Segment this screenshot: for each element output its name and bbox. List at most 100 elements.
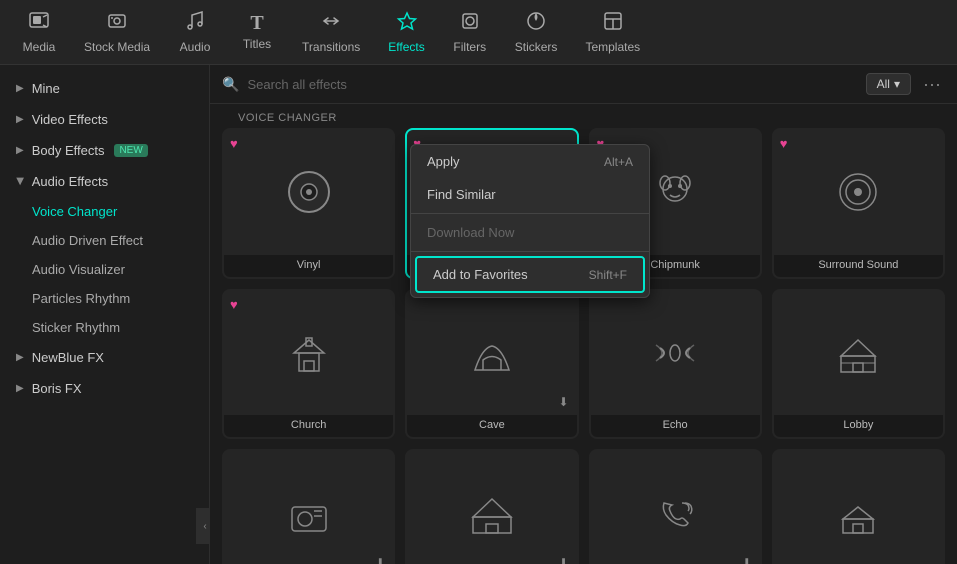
ctx-find-similar[interactable]: Find Similar: [411, 178, 649, 211]
nav-effects-label: Effects: [388, 40, 424, 54]
nav-filters[interactable]: Filters: [443, 6, 497, 58]
sidebar-body-effects-label: Body Effects: [32, 143, 105, 158]
ctx-find-similar-label: Find Similar: [427, 187, 496, 202]
effect-card-small-room[interactable]: Small Room: [772, 449, 945, 564]
effect-card-echo[interactable]: Echo: [589, 289, 762, 440]
voice-changer-label: Voice Changer: [32, 204, 117, 219]
effect-card-phone[interactable]: ⬇Phone: [589, 449, 762, 564]
nav-media-label: Media: [23, 40, 56, 54]
nav-transitions-label: Transitions: [302, 40, 360, 54]
audio-driven-label: Audio Driven Effect: [32, 233, 143, 248]
search-bar: 🔍 All ▾ ···: [210, 65, 957, 104]
section-label: VOICE CHANGER: [222, 104, 945, 128]
sidebar-item-video-effects[interactable]: ▶ Video Effects: [0, 104, 209, 135]
chevron-down-icon: ▾: [894, 77, 900, 91]
templates-icon: [602, 10, 624, 36]
ctx-favorites-shortcut: Shift+F: [589, 268, 627, 282]
sidebar-subitem-audio-driven[interactable]: Audio Driven Effect: [0, 226, 209, 255]
effect-icon-cave: [407, 291, 576, 416]
effects-icon: [396, 10, 418, 36]
nav-stock-media[interactable]: Stock Media: [74, 6, 160, 58]
ctx-apply-label: Apply: [427, 154, 460, 169]
nav-stickers-label: Stickers: [515, 40, 558, 54]
filters-icon: [459, 10, 481, 36]
sidebar-video-effects-label: Video Effects: [32, 112, 108, 127]
sidebar-subitem-sticker-rhythm[interactable]: Sticker Rhythm: [0, 313, 209, 342]
ctx-add-favorites[interactable]: Add to Favorites Shift+F: [417, 258, 643, 291]
ctx-divider-2: [411, 251, 649, 252]
sidebar: ▶ Mine ▶ Video Effects ▶ Body Effects NE…: [0, 65, 210, 564]
nav-templates-label: Templates: [585, 40, 640, 54]
nav-audio-label: Audio: [180, 40, 211, 54]
effect-icon-surround-sound: [774, 130, 943, 255]
fav-badge-vinyl: ♥: [230, 136, 238, 151]
search-input[interactable]: [247, 77, 857, 92]
effect-card-cave[interactable]: ⬇Cave: [405, 289, 578, 440]
sidebar-collapse-button[interactable]: ‹: [196, 508, 210, 544]
audio-icon: [184, 10, 206, 36]
search-icon: 🔍: [222, 76, 239, 93]
content-area: 🔍 All ▾ ··· VOICE CHANGER ♥ Vinyl♥ Phono…: [210, 65, 957, 564]
sidebar-subitem-audio-visualizer[interactable]: Audio Visualizer: [0, 255, 209, 284]
effect-label-cave: Cave: [407, 415, 576, 437]
nav-media[interactable]: Media: [12, 6, 66, 58]
effect-icon-phone: [591, 451, 760, 564]
download-badge-old-radio: ⬇: [375, 556, 385, 564]
download-badge-phone: ⬇: [742, 556, 752, 564]
effect-card-old-radio[interactable]: ⬇Old Radio: [222, 449, 395, 564]
effect-icon-church: [224, 291, 393, 416]
nav-titles-label: Titles: [243, 37, 271, 51]
effect-icon-old-radio: [224, 451, 393, 564]
nav-titles[interactable]: T Titles: [230, 9, 284, 55]
stock-media-icon: [106, 10, 128, 36]
arrow-icon-video: ▶: [16, 114, 24, 125]
sidebar-item-boris-fx[interactable]: ▶ Boris FX: [0, 373, 209, 404]
effect-card-surround-sound[interactable]: ♥ Surround Sound: [772, 128, 945, 279]
effect-icon-echo: [591, 291, 760, 416]
new-badge: NEW: [114, 144, 147, 157]
effect-card-church[interactable]: ♥ Church: [222, 289, 395, 440]
ctx-download-label: Download Now: [427, 225, 514, 240]
effect-icon-big-room: [407, 451, 576, 564]
effect-card-vinyl[interactable]: ♥ Vinyl: [222, 128, 395, 279]
fav-badge-church: ♥: [230, 297, 238, 312]
nav-audio[interactable]: Audio: [168, 6, 222, 58]
stickers-icon: [525, 10, 547, 36]
nav-stickers[interactable]: Stickers: [505, 6, 568, 58]
effect-icon-vinyl: [224, 130, 393, 255]
effect-label-vinyl: Vinyl: [224, 255, 393, 277]
ctx-download-now: Download Now: [411, 216, 649, 249]
ctx-apply[interactable]: Apply Alt+A: [411, 145, 649, 178]
sidebar-item-newblue-fx[interactable]: ▶ NewBlue FX: [0, 342, 209, 373]
more-button[interactable]: ···: [919, 74, 945, 95]
nav-transitions[interactable]: Transitions: [292, 6, 370, 58]
top-navigation: Media Stock Media Audio T Titles: [0, 0, 957, 65]
arrow-icon-body: ▶: [16, 145, 24, 156]
effect-card-lobby[interactable]: Lobby: [772, 289, 945, 440]
sticker-rhythm-label: Sticker Rhythm: [32, 320, 120, 335]
titles-icon: T: [250, 13, 263, 33]
audio-visualizer-label: Audio Visualizer: [32, 262, 125, 277]
ctx-apply-shortcut: Alt+A: [604, 155, 633, 169]
nav-effects[interactable]: Effects: [378, 6, 434, 58]
sidebar-item-audio-effects[interactable]: ▶ Audio Effects: [0, 166, 209, 197]
effect-card-big-room[interactable]: ⬇Big Room: [405, 449, 578, 564]
sidebar-item-body-effects[interactable]: ▶ Body Effects NEW: [0, 135, 209, 166]
sidebar-mine-label: Mine: [32, 81, 60, 96]
sidebar-subitem-particles-rhythm[interactable]: Particles Rhythm: [0, 284, 209, 313]
filter-button[interactable]: All ▾: [866, 73, 911, 95]
transitions-icon: [320, 10, 342, 36]
sidebar-subitem-voice-changer[interactable]: Voice Changer: [0, 197, 209, 226]
nav-templates[interactable]: Templates: [575, 6, 650, 58]
effect-label-surround-sound: Surround Sound: [774, 255, 943, 277]
effect-label-lobby: Lobby: [774, 415, 943, 437]
nav-stock-media-label: Stock Media: [84, 40, 150, 54]
particles-rhythm-label: Particles Rhythm: [32, 291, 130, 306]
fav-badge-surround-sound: ♥: [780, 136, 788, 151]
effect-icon-lobby: [774, 291, 943, 416]
sidebar-boris-label: Boris FX: [32, 381, 82, 396]
download-badge-big-room: ⬇: [558, 556, 568, 564]
arrow-icon-boris: ▶: [16, 383, 24, 394]
sidebar-item-mine[interactable]: ▶ Mine: [0, 73, 209, 104]
arrow-icon-audio: ▶: [14, 178, 25, 186]
